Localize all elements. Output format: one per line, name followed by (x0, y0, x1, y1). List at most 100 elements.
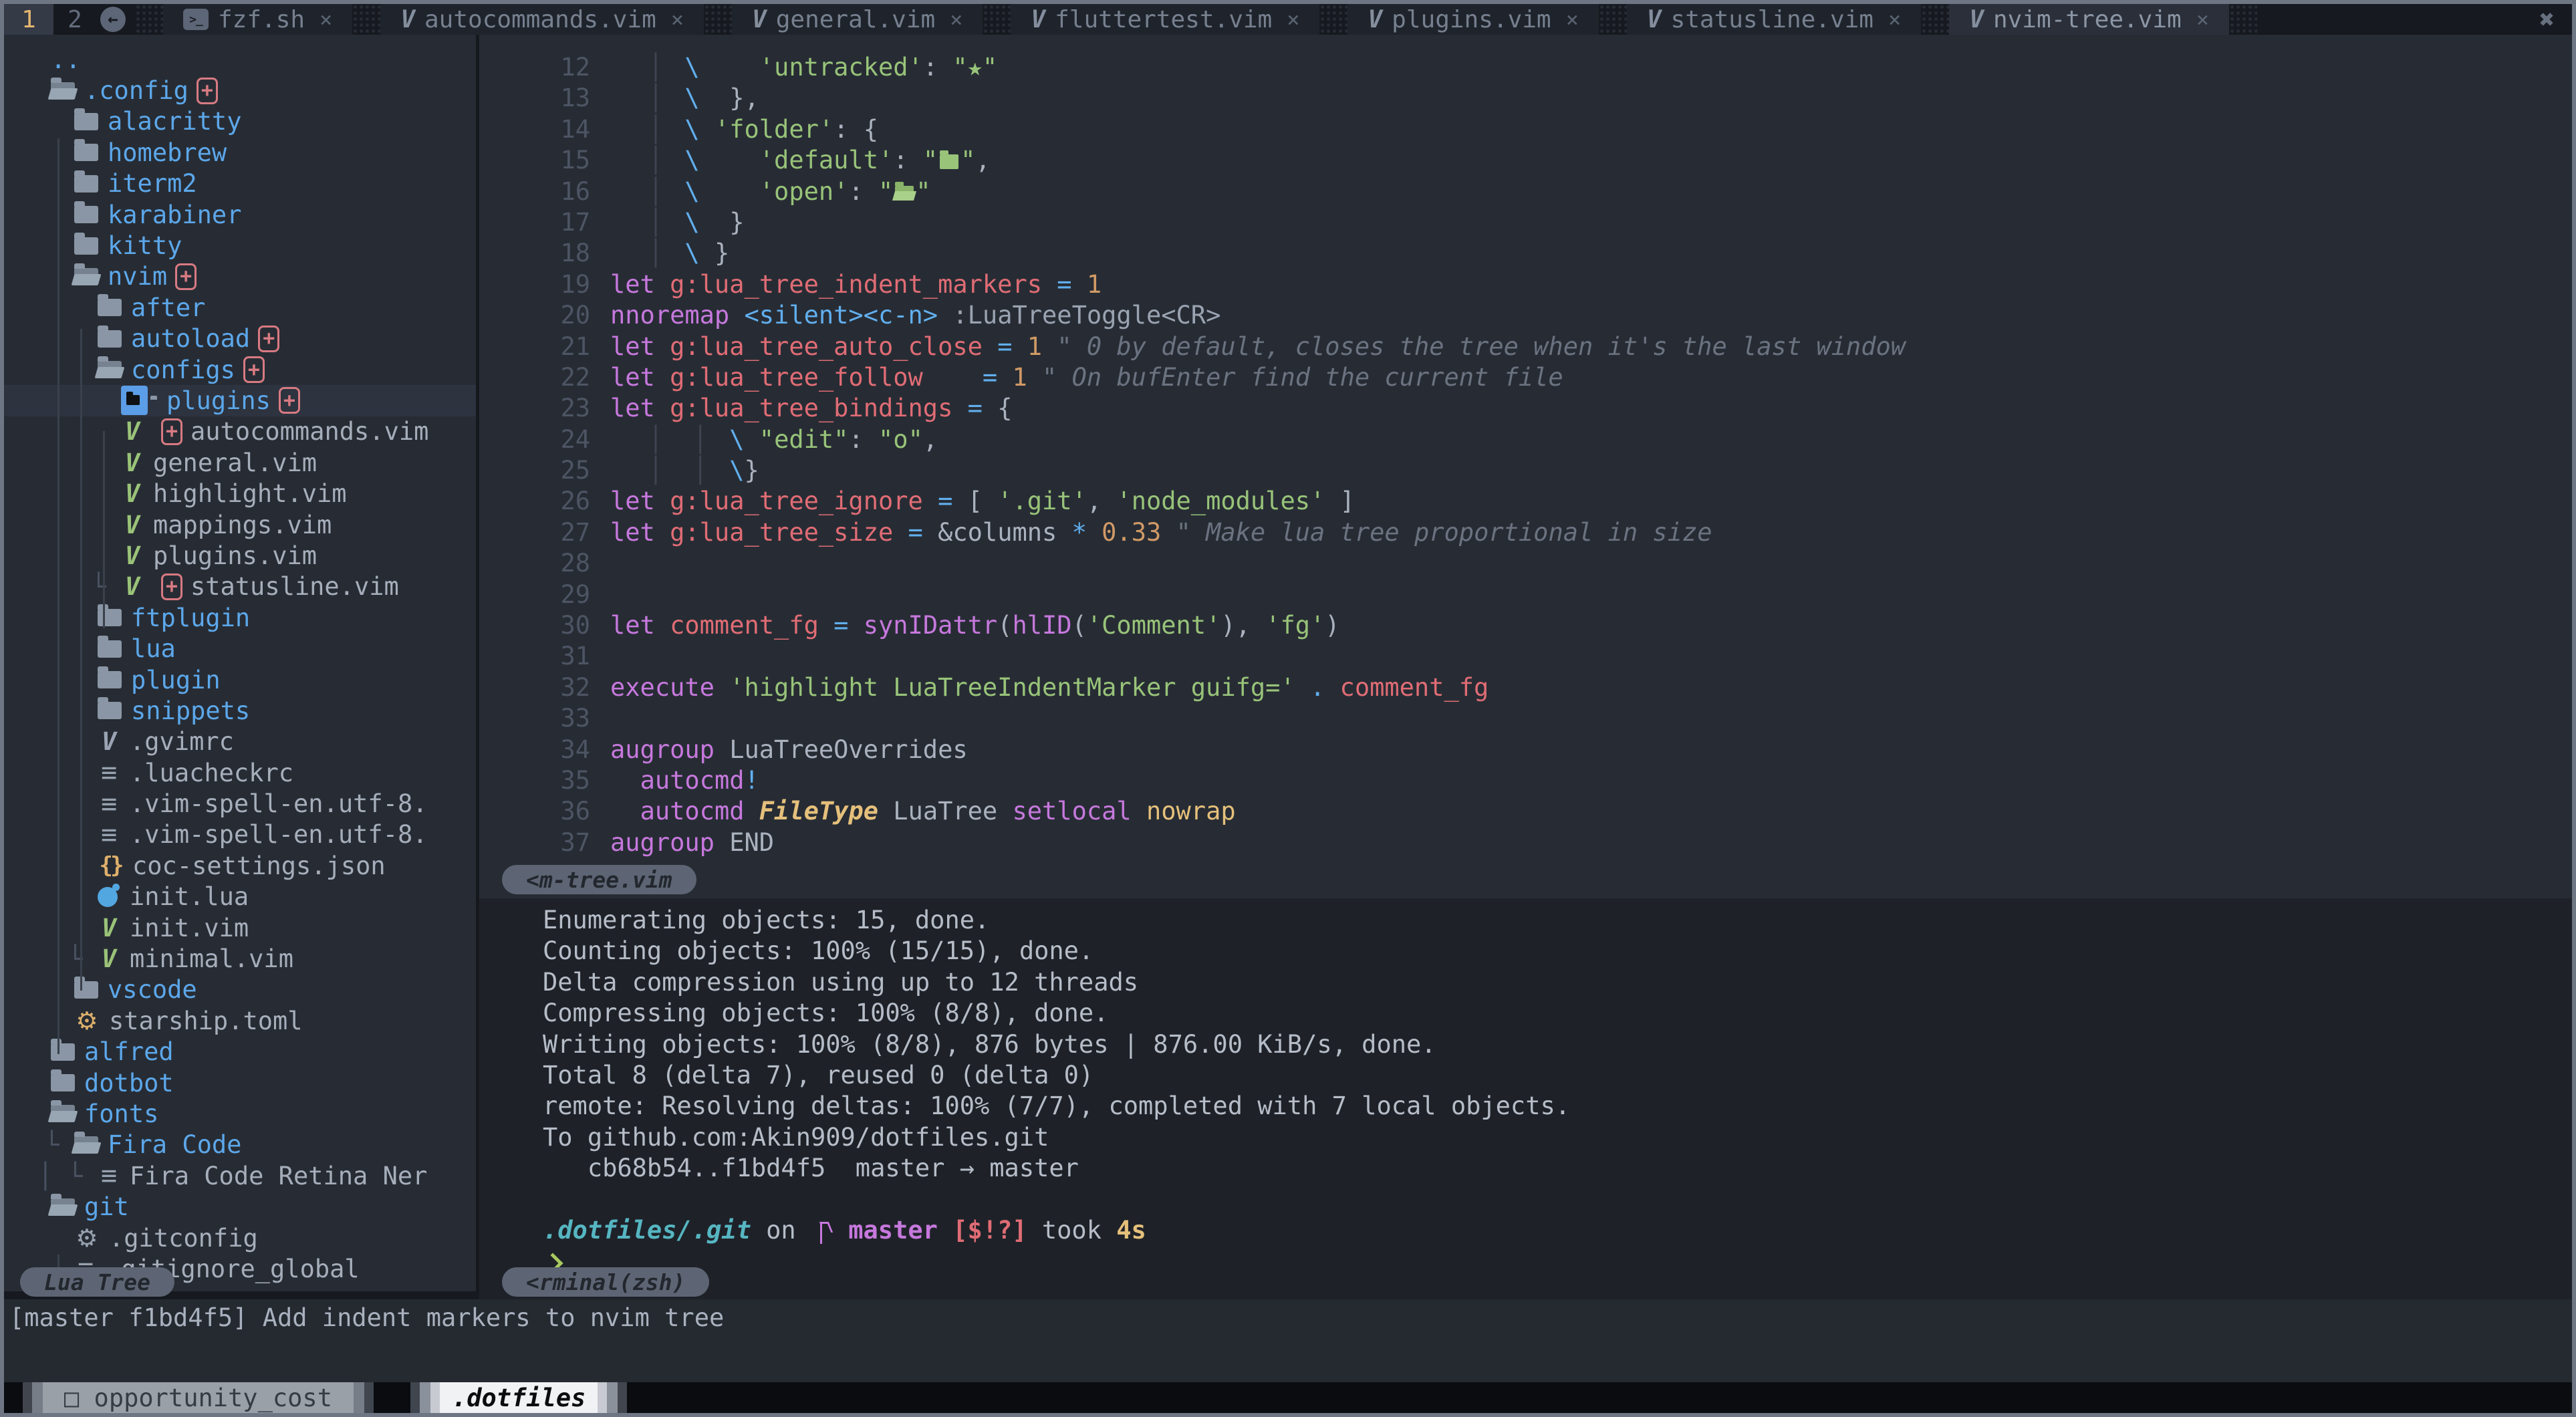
tree-item-autoload[interactable]: autoload+ (4, 324, 476, 354)
tab-general.vim[interactable]: Vgeneral.vim× (732, 4, 983, 35)
tab-separator (135, 4, 163, 35)
tree-item-label: Fira Code (108, 1130, 241, 1159)
tree-item-dotbot[interactable]: dotbot (4, 1067, 476, 1098)
tab-close-icon[interactable]: × (1888, 7, 1901, 32)
tab-close-icon[interactable]: × (2196, 7, 2209, 32)
line-number: 19 (479, 269, 590, 300)
tree-item-plugins.vim[interactable]: Vplugins.vim (4, 540, 476, 571)
line-number: 17 (479, 207, 590, 238)
terminal-panel[interactable]: Enumerating objects: 15, done.Counting o… (479, 898, 2572, 1299)
folder-open-icon (51, 82, 75, 100)
line-number: 32 (479, 672, 590, 703)
vim-green-icon: V (121, 417, 144, 446)
tabpage-1[interactable]: 1 (4, 4, 53, 35)
tree-item-autocommands.vim[interactable]: V+autocommands.vim (4, 416, 476, 447)
text-segment: = (983, 363, 997, 392)
tree-item-starship.toml[interactable]: ⚙starship.toml (4, 1005, 476, 1036)
tree-item-Fira-Code-Retina-Ner[interactable]: │ └ ≡Fira Code Retina Ner (4, 1160, 476, 1191)
tree-item-Fira-Code[interactable]: └ Fira Code (4, 1130, 476, 1160)
tree-item-.luacheckrc[interactable]: ≡.luacheckrc (4, 757, 476, 788)
tab-close-icon[interactable]: × (319, 7, 332, 32)
tab-label: fzf.sh (218, 6, 305, 33)
file-tree-panel: ...config+alacrittyhomebrewiterm2karabin… (4, 35, 476, 1291)
text-segment (700, 177, 759, 206)
tree-item-fonts[interactable]: fonts (4, 1098, 476, 1129)
tree-item-label: .vim-spell-en.utf-8. (130, 789, 428, 818)
tree-item-.vim-spell-en.utf-8.[interactable]: ≡.vim-spell-en.utf-8. (4, 819, 476, 850)
tree-item-configs[interactable]: configs+ (4, 354, 476, 385)
tab-plugins.vim[interactable]: Vplugins.vim× (1347, 4, 1598, 35)
tree-item-plugins[interactable]: plugins+ (4, 385, 476, 416)
tree-item-lua[interactable]: lua (4, 633, 476, 664)
text-segment: 'untracked' (700, 53, 923, 82)
tab-fzf.sh[interactable]: >_fzf.sh× (163, 4, 352, 35)
code-line: 26let g:lua_tree_ignore = [ '.git', 'nod… (479, 486, 2572, 517)
tree-item-vscode[interactable]: vscode (4, 975, 476, 1005)
tab-nvim-tree.vim[interactable]: Vnvim-tree.vim× (1949, 4, 2229, 35)
close-all-icon[interactable]: ✖ (2539, 5, 2572, 34)
tree-item-label: karabiner (108, 201, 241, 229)
line-number: 13 (479, 83, 590, 114)
tree-item-highlight.vim[interactable]: Vhighlight.vim (4, 478, 476, 509)
text-segment: "edit" (759, 425, 849, 454)
tree-connector: └ (68, 944, 98, 973)
terminal-line: Counting objects: 100% (15/15), done. (543, 936, 2572, 967)
tab-close-icon[interactable]: × (1287, 7, 1299, 32)
text-segment: }, (700, 84, 759, 112)
code-line: 19let g:lua_tree_indent_markers = 1 (479, 269, 2572, 300)
code-line: 15 ▏ \ 'default': "", (479, 145, 2572, 176)
tree-item-alfred[interactable]: alfred (4, 1037, 476, 1067)
buffer-tabs: >_fzf.sh×Vautocommands.vim×Vgeneral.vim×… (135, 4, 2257, 35)
tree-item-homebrew[interactable]: homebrew (4, 137, 476, 168)
tab-close-icon[interactable]: × (1566, 7, 1579, 32)
line-number: 28 (479, 548, 590, 579)
tree-item-git[interactable]: git (4, 1191, 476, 1222)
tree-item-alacritty[interactable]: alacritty (4, 106, 476, 137)
text-segment: LuaTreeOverrides (715, 735, 968, 764)
tree-item-init.lua[interactable]: init.lua (4, 882, 476, 912)
tmux-window--opportunity-cost[interactable]: □ opportunity_cost (23, 1382, 374, 1413)
tree-item-minimal.vim[interactable]: └ Vminimal.vim (4, 943, 476, 974)
tree-item-.config[interactable]: .config+ (4, 75, 476, 106)
text-segment (819, 611, 833, 640)
tree-item-snippets[interactable]: snippets (4, 695, 476, 726)
tree-item-.gitconfig[interactable]: ⚙.gitconfig (4, 1222, 476, 1253)
code-editor[interactable]: 12 ▏ \ 'untracked': "★"13 ▏ \ },14 ▏ \ '… (479, 35, 2572, 898)
tree-item-coc-settings.json[interactable]: {}coc-settings.json (4, 850, 476, 881)
tree-item-karabiner[interactable]: karabiner (4, 199, 476, 230)
tree-item-label: coc-settings.json (132, 852, 386, 880)
tree-item-.gvimrc[interactable]: V.gvimrc (4, 727, 476, 757)
tree-item-label: git (84, 1192, 129, 1221)
tree-item-..[interactable]: .. (4, 44, 476, 75)
tmux-window-.dotfiles[interactable]: .dotfiles (410, 1382, 627, 1413)
tree-item-statusline.vim[interactable]: └ V+statusline.vim (4, 571, 476, 602)
tab-statusline.vim[interactable]: Vstatusline.vim× (1627, 4, 1921, 35)
tree-indent-guide (57, 138, 59, 1054)
window-label-nvim-tree: <m-tree.vim (502, 865, 696, 894)
tree-item-ftplugin[interactable]: ftplugin (4, 602, 476, 633)
text-segment (610, 456, 655, 485)
tree-item-label: kitty (108, 231, 182, 260)
tree-item-nvim[interactable]: nvim+ (4, 261, 476, 292)
tabpage-2[interactable]: 2 (53, 4, 96, 35)
terminal-line: Total 8 (delta 7), reused 0 (delta 0) (543, 1060, 2572, 1091)
tab-close-icon[interactable]: × (671, 7, 684, 32)
tree-item-label: plugins.vim (153, 541, 317, 570)
vim-icon: V (1368, 6, 1382, 33)
tree-item-label: alfred (84, 1037, 174, 1066)
scroll-left-icon[interactable]: ← (100, 7, 126, 32)
tab-autocommands.vim[interactable]: Vautocommands.vim× (380, 4, 704, 35)
tree-item-mappings.vim[interactable]: Vmappings.vim (4, 509, 476, 540)
tree-item-.vim-spell-en.utf-8.[interactable]: ≡.vim-spell-en.utf-8. (4, 788, 476, 819)
tree-item-iterm2[interactable]: iterm2 (4, 168, 476, 199)
text-segment: = (908, 518, 923, 547)
text-segment: ▏ (700, 456, 715, 485)
tree-item-after[interactable]: after (4, 292, 476, 323)
tab-fluttertest.vim[interactable]: Vfluttertest.vim× (1011, 4, 1319, 35)
tab-close-icon[interactable]: × (950, 7, 962, 32)
tree-item-general.vim[interactable]: Vgeneral.vim (4, 447, 476, 478)
cursor-folder-icon (121, 386, 148, 415)
tree-item-init.vim[interactable]: Vinit.vim (4, 912, 476, 943)
tree-item-kitty[interactable]: kitty (4, 230, 476, 261)
tree-item-plugin[interactable]: plugin (4, 664, 476, 695)
